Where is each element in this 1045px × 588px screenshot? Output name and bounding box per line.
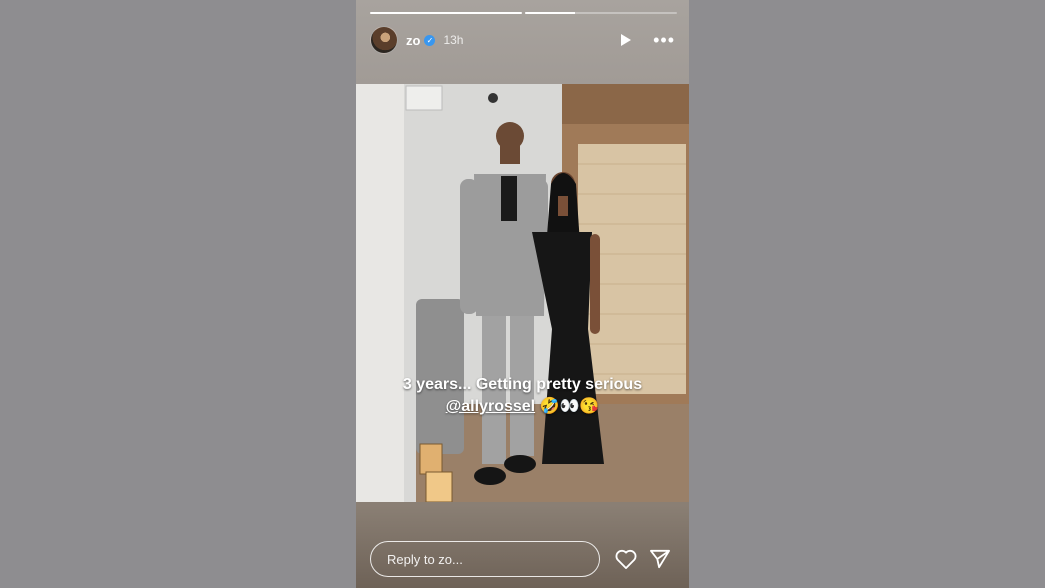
share-send-icon[interactable]: [648, 547, 672, 571]
username[interactable]: zo: [406, 33, 420, 48]
progress-segment-1[interactable]: [370, 12, 522, 14]
heart-icon[interactable]: [614, 547, 638, 571]
more-options-icon[interactable]: •••: [653, 31, 675, 49]
story-photo-graphic: [356, 84, 689, 502]
story-timestamp: 13h: [443, 33, 464, 47]
story-caption: 3 years... Getting pretty serious @allyr…: [356, 374, 689, 418]
reply-input[interactable]: [370, 541, 600, 577]
progress-segment-2[interactable]: [525, 12, 677, 14]
story-header: zo ✓ 13h •••: [370, 26, 675, 54]
story-photo: 3 years... Getting pretty serious @allyr…: [356, 84, 689, 502]
mention-link[interactable]: @allyrossel: [446, 398, 535, 415]
avatar[interactable]: [370, 26, 398, 54]
story-footer: [370, 540, 675, 578]
caption-text: 3 years... Getting pretty serious: [402, 376, 643, 393]
verified-badge-icon: ✓: [424, 34, 436, 46]
story-viewer: zo ✓ 13h ••• 3 years... Getting pretty s…: [356, 0, 689, 588]
play-icon[interactable]: [621, 34, 632, 46]
story-progress-bar: [370, 12, 677, 14]
caption-emojis: 🤣👀😘: [539, 398, 600, 415]
